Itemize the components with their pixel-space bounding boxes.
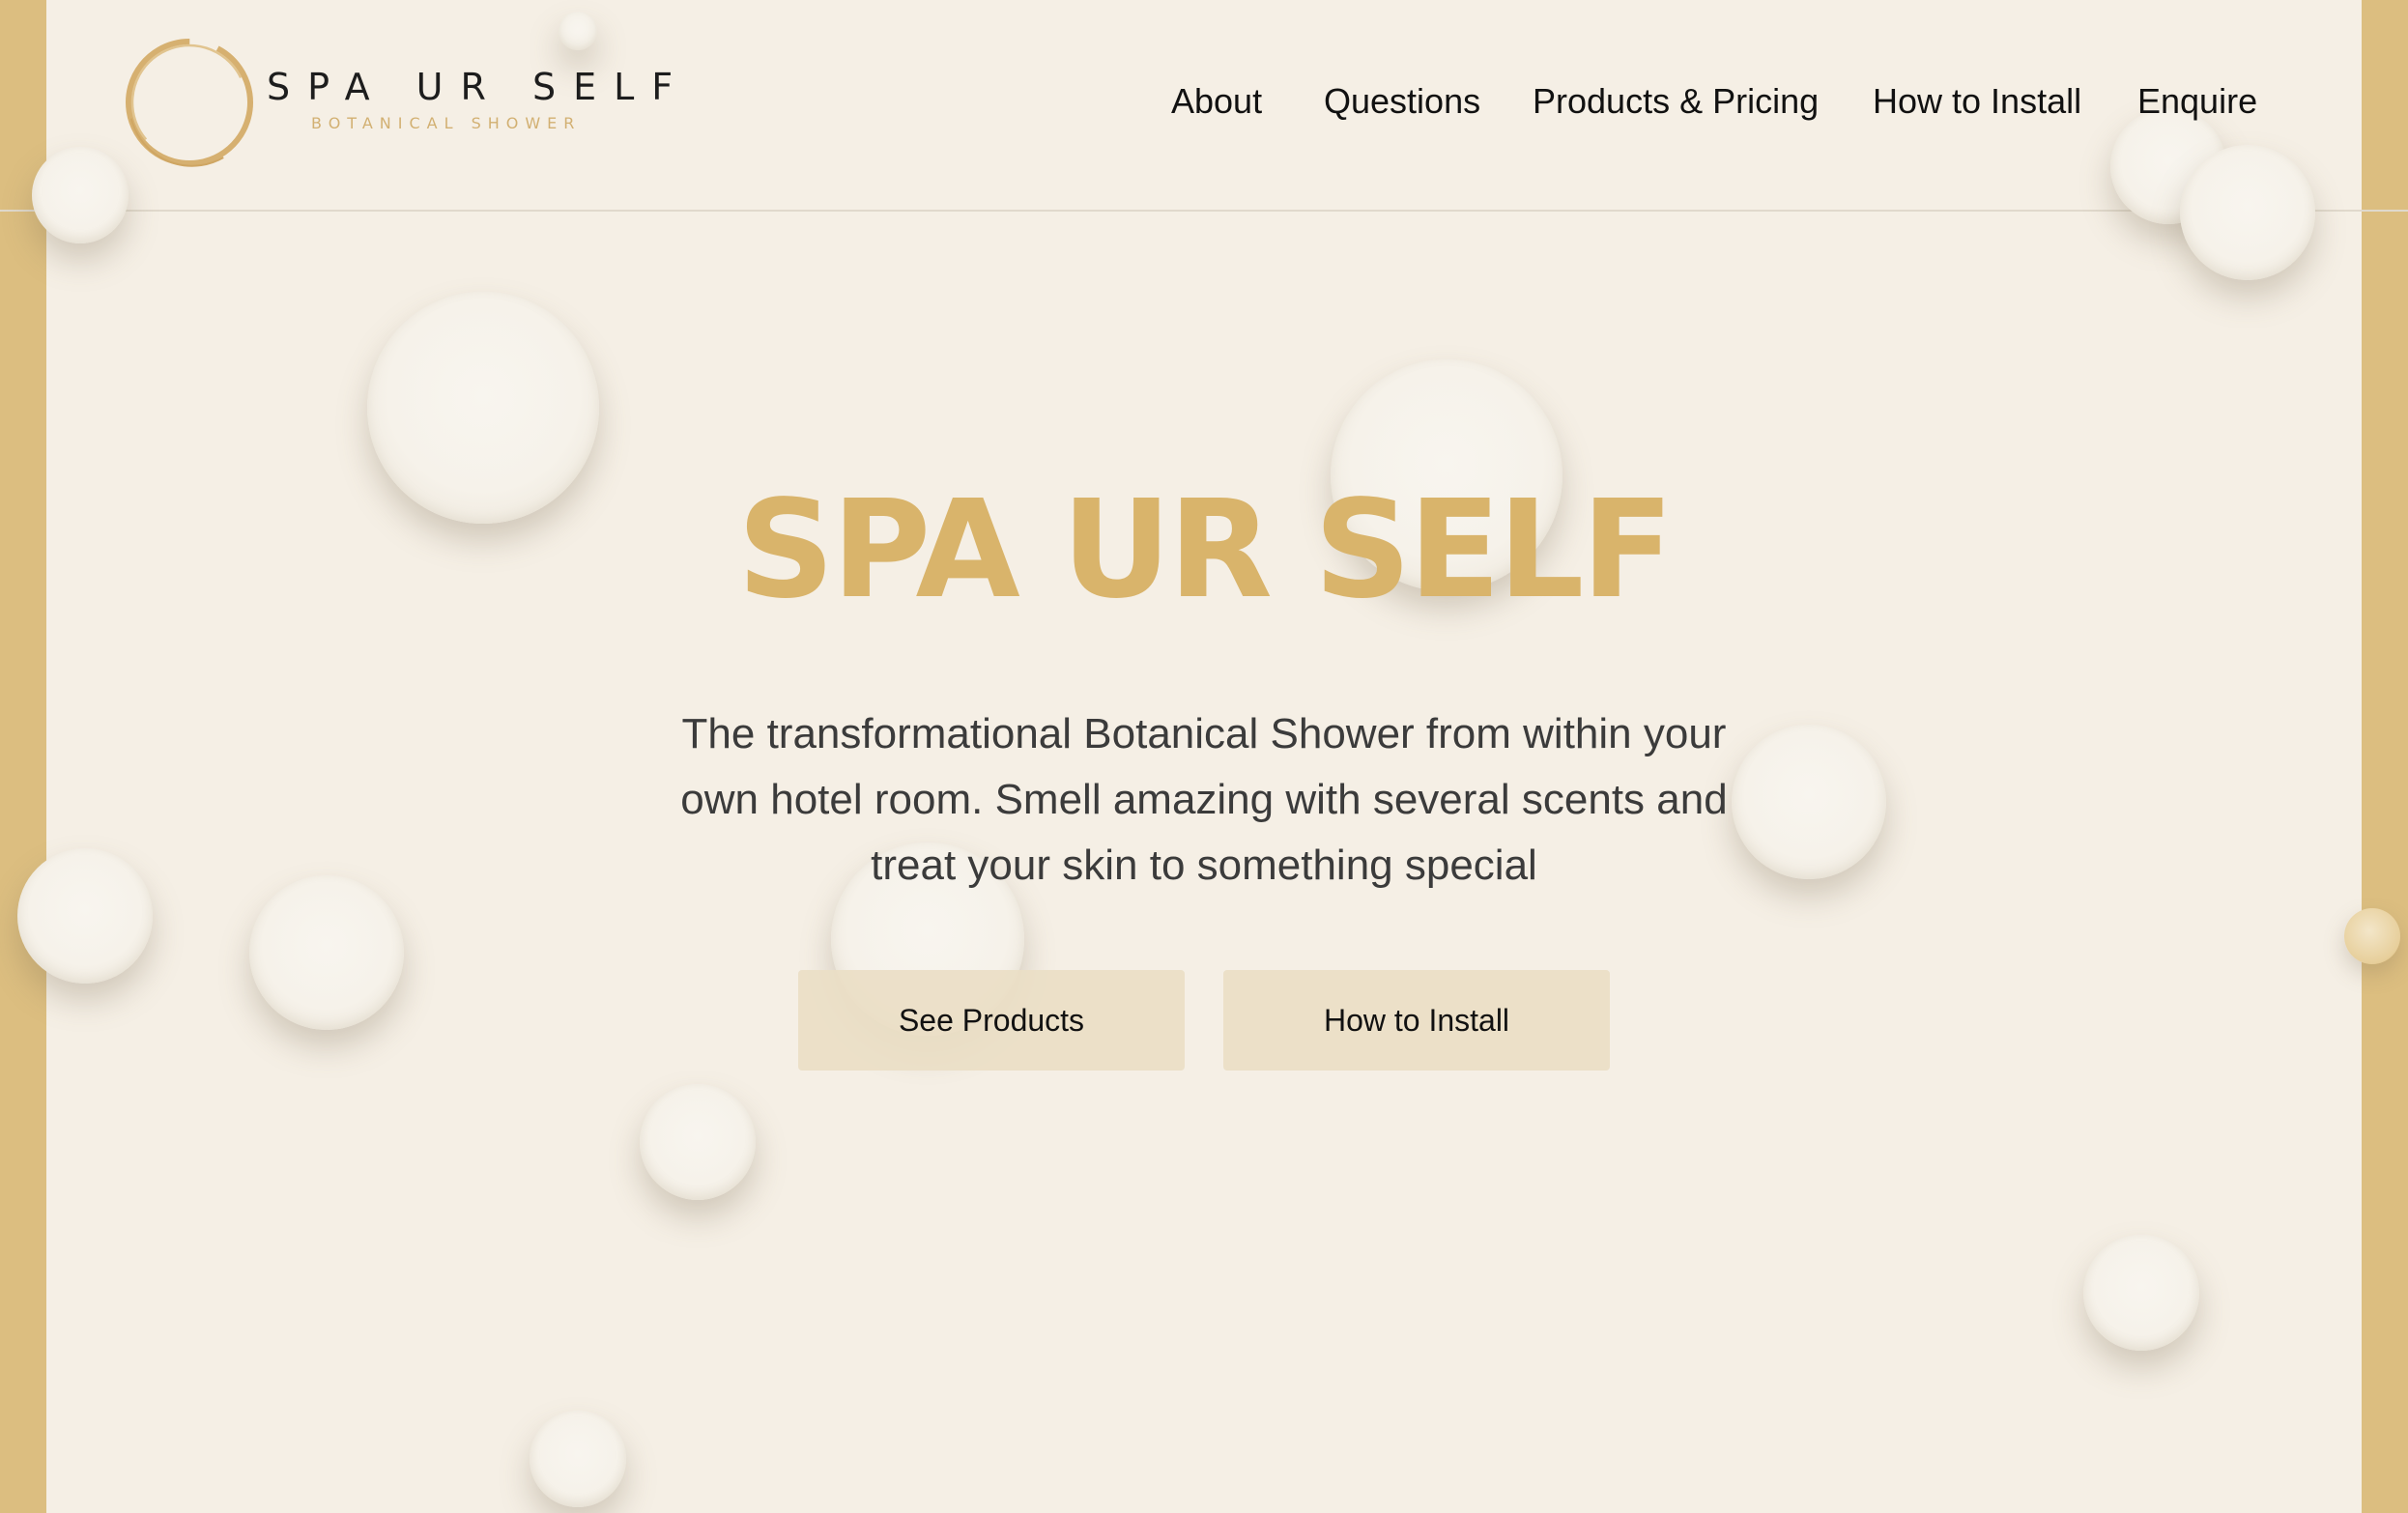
bubble-decoration	[2344, 908, 2400, 964]
header-divider	[0, 210, 2408, 212]
bubble-decoration	[2180, 145, 2315, 280]
nav-item-questions[interactable]: Questions	[1324, 81, 1480, 122]
see-products-button[interactable]: See Products	[798, 970, 1185, 1071]
main-navigation: About Questions Products & Pricing How t…	[0, 81, 2408, 129]
left-gold-border	[0, 0, 46, 1513]
bubble-decoration	[249, 875, 404, 1030]
hero-title: SPA UR SELF	[736, 471, 1674, 629]
bubble-decoration	[32, 147, 129, 243]
page: SPA UR SELF BOTANICAL SHOWER About Quest…	[0, 0, 2408, 1513]
hero-description: The transformational Botanical Shower fr…	[680, 710, 1728, 889]
bubble-decoration	[17, 848, 153, 984]
how-to-install-button[interactable]: How to Install	[1223, 970, 1610, 1071]
bubble-decoration	[2083, 1235, 2199, 1351]
nav-item-about[interactable]: About	[1171, 81, 1262, 122]
bubble-decoration	[530, 1411, 626, 1507]
nav-item-products-pricing[interactable]: Products & Pricing	[1533, 81, 1819, 122]
bubble-decoration	[1732, 725, 1886, 879]
right-gold-border	[2362, 0, 2408, 1513]
nav-item-enquire[interactable]: Enquire	[2137, 81, 2257, 122]
bubble-decoration	[640, 1084, 756, 1200]
nav-item-how-to-install[interactable]: How to Install	[1873, 81, 2081, 122]
